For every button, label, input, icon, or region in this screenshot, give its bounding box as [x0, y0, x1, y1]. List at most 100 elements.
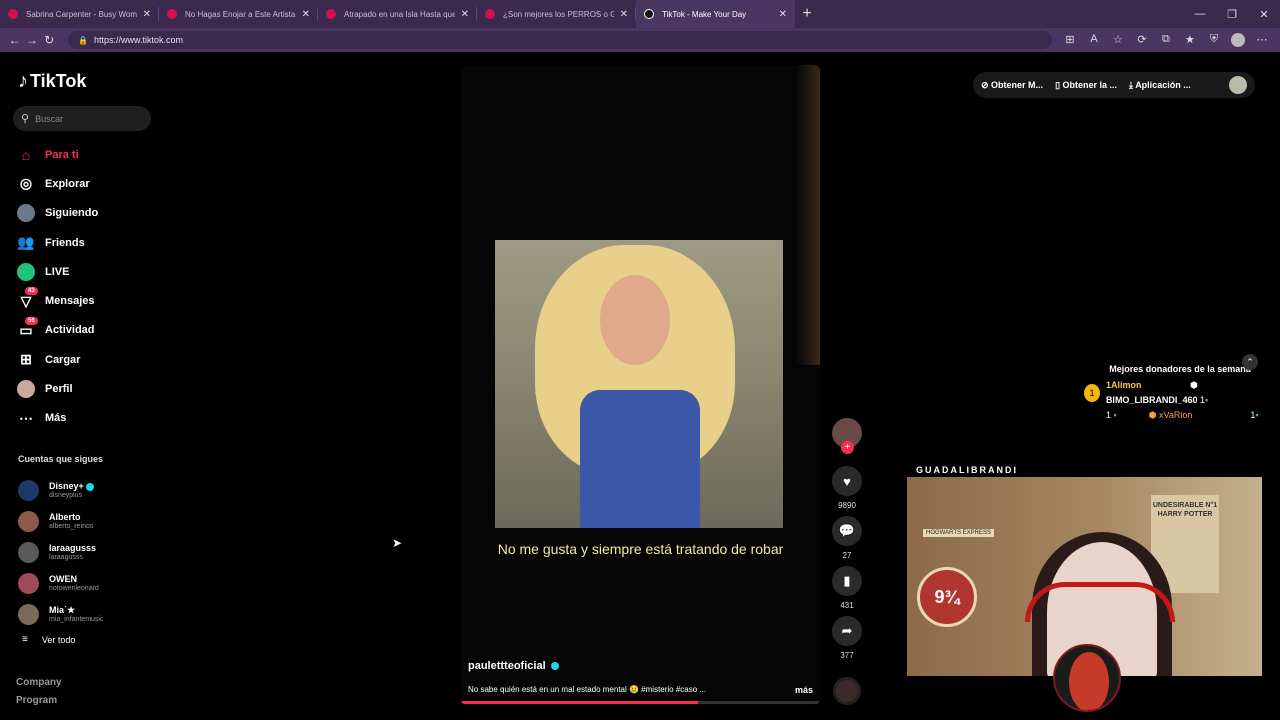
following-item[interactable]: Alberto alberto_reinos: [18, 506, 158, 537]
restore-icon[interactable]: ❐: [1216, 8, 1248, 21]
browser-tab-2[interactable]: No Hagas Enojar a Este Artista - Y ✕: [159, 0, 318, 28]
favorite-star-icon[interactable]: ☆: [1106, 33, 1130, 47]
see-all-link[interactable]: ≡ Ver todo: [22, 634, 75, 645]
upload-icon: ⊞: [20, 351, 32, 368]
youtube-favicon-icon: [167, 9, 177, 19]
following-item[interactable]: Disney+ disneyplus: [18, 475, 158, 506]
like-count: 9890: [838, 501, 856, 510]
youtube-favicon-icon: [8, 9, 18, 19]
user-avatar[interactable]: [1229, 76, 1247, 94]
video-player[interactable]: No me gusta y siempre está tratando de r…: [461, 65, 820, 705]
donors-overlay: ⌃ Mejores donadores de la semana 1 1Alim…: [1080, 354, 1280, 423]
browser-tab-4[interactable]: ¿Son mejores los PERROS o GATO✕: [477, 0, 636, 28]
browser-tab-1[interactable]: Sabrina Carpenter - Busy Woman ✕: [0, 0, 159, 28]
footer-link-program[interactable]: Program: [16, 692, 62, 710]
get-coins-button[interactable]: ⊘ Obtener M...: [981, 80, 1043, 91]
browser-tab-5[interactable]: TikTok - Make Your Day ✕: [636, 0, 795, 28]
close-tab-icon[interactable]: ✕: [779, 9, 787, 20]
app-icon[interactable]: ⊞: [1058, 33, 1082, 47]
refresh-extension-icon[interactable]: ⟳: [1130, 33, 1154, 47]
activity-badge: 56: [25, 316, 38, 325]
nav-for-you[interactable]: ⌂ Para ti: [16, 140, 156, 169]
bookmark-icon: ▮: [843, 573, 851, 588]
shield-icon: ⬢: [1189, 380, 1198, 390]
forward-icon[interactable]: →: [23, 33, 40, 47]
like-button[interactable]: ♥: [832, 466, 862, 496]
top-action-bar: ⊘ Obtener M... ▯ Obtener la ... ⤓ Aplica…: [973, 72, 1255, 98]
avatar: [18, 480, 39, 501]
minimize-icon[interactable]: —: [1184, 8, 1216, 21]
video-author[interactable]: paulettteoficial: [468, 660, 559, 672]
comment-button[interactable]: 💬: [832, 516, 862, 546]
more-link[interactable]: más: [795, 685, 813, 695]
close-window-icon[interactable]: ✕: [1248, 8, 1280, 21]
extensions-icon[interactable]: ⧉: [1154, 33, 1178, 47]
profile-icon[interactable]: [1230, 33, 1245, 47]
sidebar-footer: Company Program: [16, 674, 62, 710]
creator-avatar[interactable]: +: [832, 418, 862, 454]
progress-fill: [461, 701, 698, 704]
nav-friends[interactable]: 👥 Friends: [16, 228, 156, 257]
avatar: [18, 511, 39, 532]
sidebar-nav: ⌂ Para ti ◎ Explorar Siguiendo 👥 Friends LI…: [16, 140, 156, 433]
close-tab-icon[interactable]: ✕: [620, 9, 628, 20]
share-button[interactable]: ➦: [832, 616, 862, 646]
share-icon: ➦: [841, 623, 853, 638]
video-frame: [495, 240, 783, 528]
back-icon[interactable]: ←: [6, 33, 23, 47]
nav-following[interactable]: Siguiendo: [16, 199, 156, 228]
mouse-cursor-icon: ➤: [392, 536, 403, 550]
browser-addressbar: ← → ↻ 🔒 https://www.tiktok.com ⊞ A ☆ ⟳ ⧉ …: [0, 28, 1280, 52]
following-avatar-icon: [16, 203, 36, 223]
browser-tab-3[interactable]: Atrapado en una Isla Hasta que Co✕: [318, 0, 477, 28]
stream-name: GUADALIBRANDI: [916, 465, 1018, 475]
nav-live[interactable]: LIVE: [16, 257, 156, 286]
url-field[interactable]: 🔒 https://www.tiktok.com: [67, 31, 1052, 49]
comment-count: 27: [842, 551, 852, 560]
nav-messages[interactable]: ▽ 43 Mensajes: [16, 286, 156, 315]
heart-icon: ♥: [843, 473, 851, 489]
reload-icon[interactable]: ↻: [41, 33, 58, 47]
action-bar: + ♥ 9890 💬 27 ▮ 431 ➦ 377: [831, 418, 863, 666]
search-input[interactable]: ⚲ Buscar: [13, 106, 151, 131]
profile-avatar-icon: [16, 379, 36, 399]
following-item[interactable]: Mia˙★ mia_infantemusic: [18, 599, 158, 630]
live-icon: [16, 262, 36, 282]
video-caption: No me gusta y siempre está tratando de r…: [497, 541, 784, 557]
nav-explore[interactable]: ◎ Explorar: [16, 169, 156, 198]
following-item[interactable]: laraagusss laraagusss: [18, 537, 158, 568]
medal-icon: 1: [1084, 384, 1100, 402]
translate-icon[interactable]: A: [1082, 33, 1106, 47]
shield-icon[interactable]: ⛨: [1202, 33, 1226, 47]
more-icon: ⋯: [19, 409, 33, 426]
follow-plus-icon[interactable]: +: [841, 441, 854, 454]
nav-upload[interactable]: ⊞ Cargar: [16, 345, 156, 374]
chevron-up-icon[interactable]: ⌃: [1242, 354, 1258, 370]
nav-more[interactable]: ⋯ Más: [16, 404, 156, 433]
tiktok-page: ♪ TikTok ⚲ Buscar ⌂ Para ti ◎ Explorar Sigui…: [0, 52, 1280, 720]
download-app-button[interactable]: ⤓ Aplicación ...: [1129, 80, 1191, 91]
get-app-button[interactable]: ▯ Obtener la ...: [1055, 80, 1117, 91]
music-disc-icon[interactable]: [833, 677, 861, 705]
streamer-avatar: [1053, 644, 1121, 712]
close-tab-icon[interactable]: ✕: [302, 9, 310, 20]
close-tab-icon[interactable]: ✕: [461, 9, 469, 20]
avatar: [18, 573, 39, 594]
video-progress[interactable]: [461, 701, 820, 704]
nav-profile[interactable]: Perfil: [16, 374, 156, 403]
following-list: Disney+ disneyplus Alberto alberto_reinos …: [18, 475, 158, 630]
home-icon: ⌂: [21, 146, 31, 163]
tiktok-favicon-icon: [644, 9, 654, 19]
menu-dots-icon[interactable]: ⋯: [1250, 33, 1274, 47]
footer-link-company[interactable]: Company: [16, 674, 62, 692]
following-item[interactable]: OWEN notowenleonard: [18, 568, 158, 599]
video-description: No sabe quién está en un mal estado ment…: [468, 685, 813, 695]
verified-icon: [85, 482, 94, 491]
save-button[interactable]: ▮: [832, 566, 862, 596]
new-tab-icon[interactable]: +: [795, 5, 819, 23]
favorites-icon[interactable]: ★: [1178, 33, 1202, 47]
tiktok-logo[interactable]: ♪ TikTok: [18, 70, 86, 93]
nav-activity[interactable]: ▭ 56 Actividad: [16, 316, 156, 345]
avatar: [18, 542, 39, 563]
close-tab-icon[interactable]: ✕: [143, 9, 151, 20]
